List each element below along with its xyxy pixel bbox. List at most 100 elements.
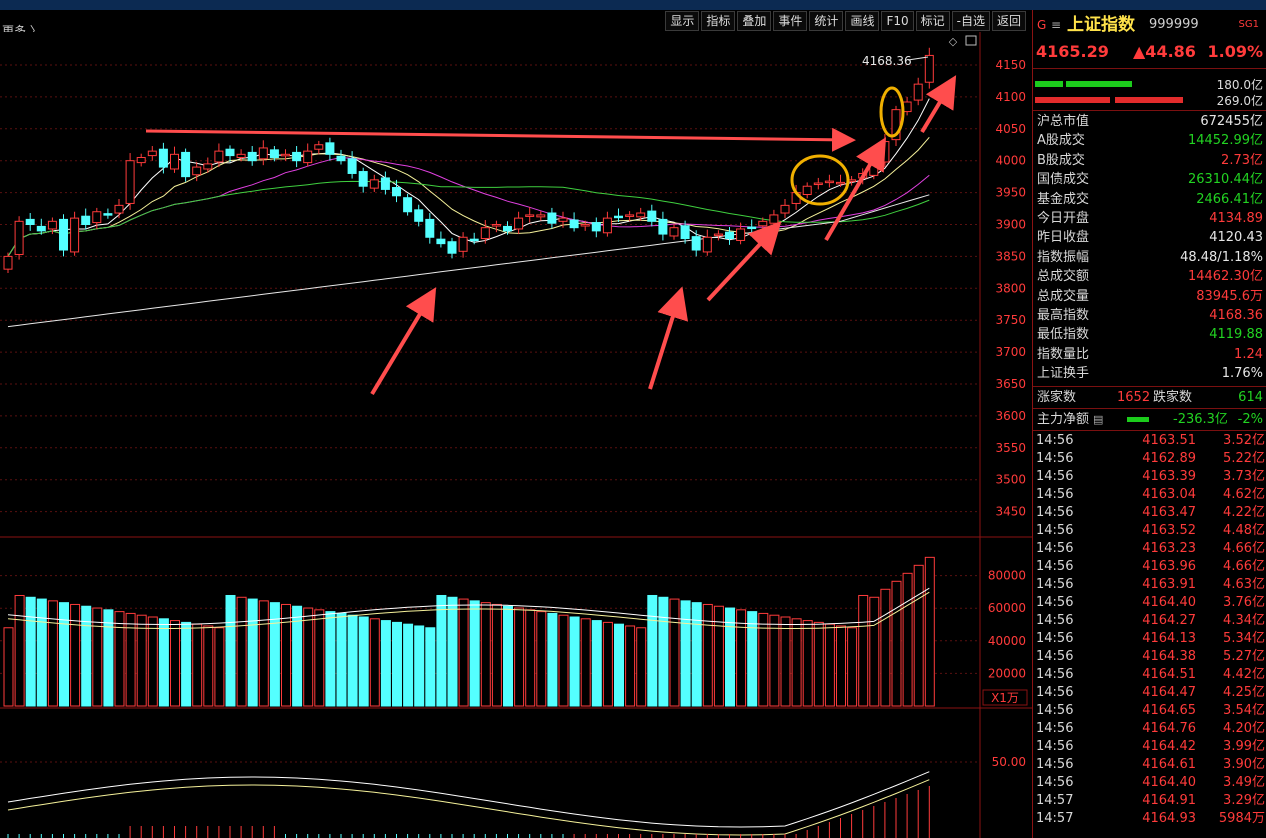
tick-row: 14:56 4164.38 5.27亿: [1033, 648, 1266, 666]
tick-time: 14:56: [1036, 667, 1074, 682]
price-axis-label: 3850: [995, 249, 1026, 263]
stat-row: 最高指数 4168.36: [1033, 306, 1266, 325]
event-button[interactable]: 事件: [773, 11, 808, 31]
volume-bar: [447, 596, 458, 707]
tick-time: 14:56: [1036, 541, 1074, 556]
tick-row: 14:56 4164.40 3.49亿: [1033, 774, 1266, 792]
candle-body: [380, 177, 390, 190]
stat-row: 基金成交 2466.41亿: [1033, 190, 1266, 209]
volume-bar: [336, 612, 347, 707]
tick-time: 14:57: [1036, 811, 1074, 826]
candle-body: [81, 215, 91, 225]
stat-value: 14462.30亿: [1187, 269, 1263, 285]
indicator-button[interactable]: 指标: [701, 11, 736, 31]
tick-time: 14:56: [1036, 739, 1074, 754]
price-axis-label: 4000: [995, 154, 1026, 168]
display-button[interactable]: 显示: [665, 11, 700, 31]
candle-body: [392, 186, 401, 197]
f10-button[interactable]: F10: [881, 11, 914, 31]
volume-bar: [380, 620, 391, 707]
tick-row: 14:56 4164.76 4.20亿: [1033, 720, 1266, 738]
statistics-button[interactable]: 统计: [809, 11, 844, 31]
volume-bar: [791, 618, 802, 707]
candle-body: [780, 204, 790, 214]
tick-row: 14:56 4163.51 3.52亿: [1033, 432, 1266, 450]
volume-bar: [691, 602, 702, 707]
tick-time: 14:56: [1036, 649, 1074, 664]
volume-bar: [369, 618, 380, 707]
candle-body: [414, 209, 424, 222]
volume-bar: [125, 612, 136, 707]
volume-bar: [436, 594, 447, 707]
main-flow-bar: [1127, 417, 1149, 422]
tick-vol: 4.63亿: [1223, 577, 1265, 592]
volume-bar: [680, 600, 691, 707]
volume-bar: [258, 600, 269, 707]
candle-body: [669, 227, 679, 237]
candle-body: [236, 153, 246, 159]
candlestick-chart-area[interactable]: 4150 4100 4050 4000 3950 3900 3850 3800 3750 3700…: [0, 32, 1032, 838]
tick-vol: 4.22亿: [1223, 505, 1265, 520]
candle-body: [580, 224, 590, 227]
tick-price: 4164.27: [1142, 613, 1196, 628]
candle-body: [147, 150, 157, 157]
price-axis-label: 3950: [995, 186, 1026, 200]
tick-price: 4163.52: [1142, 523, 1196, 538]
stat-label: 上证换手: [1037, 366, 1090, 382]
mark-button[interactable]: 标记: [915, 11, 950, 31]
back-button[interactable]: 返回: [991, 11, 1026, 31]
tick-time: 14:56: [1036, 505, 1074, 520]
tick-price: 4163.96: [1142, 559, 1196, 574]
tick-time: 14:56: [1036, 577, 1074, 592]
volume-bar: [70, 603, 81, 707]
volume-bar: [269, 602, 280, 707]
tick-row: 14:56 4164.65 3.54亿: [1033, 702, 1266, 720]
candle-body: [103, 213, 113, 216]
candle-body: [25, 218, 35, 225]
list-icon[interactable]: ▤: [1093, 410, 1103, 429]
volume-bar: [181, 621, 192, 707]
candle-body: [591, 222, 601, 232]
tick-vol: 3.76亿: [1223, 595, 1265, 610]
candle-body: [736, 228, 746, 241]
toolbar-buttons: 显示 指标 叠加 事件 统计 画线 F10 标记 -自选 返回: [663, 11, 1026, 31]
tick-row: 14:56 4163.04 4.62亿: [1033, 486, 1266, 504]
price-axis-label: 3600: [995, 409, 1026, 423]
volume-bar: [458, 598, 469, 707]
volume-bar: [702, 603, 713, 707]
draw-line-button[interactable]: 画线: [845, 11, 880, 31]
price-axis-label: 3800: [995, 281, 1026, 295]
main-flow-value: -236.3亿: [1173, 412, 1228, 427]
stat-value: 4168.36: [1209, 308, 1263, 323]
tick-vol: 4.34亿: [1223, 613, 1265, 628]
tick-vol: 3.90亿: [1223, 757, 1265, 772]
tick-price: 4163.51: [1142, 433, 1196, 448]
volume-bar: [25, 596, 36, 707]
add-watchlist-button[interactable]: -自选: [951, 11, 990, 31]
candle-body: [503, 225, 512, 232]
candle-body: [625, 214, 635, 217]
tick-vol: 3.73亿: [1223, 469, 1265, 484]
overlay-button[interactable]: 叠加: [737, 11, 772, 31]
volume-bar: [480, 602, 491, 707]
candle-body: [158, 148, 168, 168]
stat-label: 基金成交: [1037, 191, 1090, 207]
candle-body: [924, 54, 934, 83]
volume-bar: [758, 612, 769, 707]
candle-body: [836, 181, 845, 185]
stat-label: 最低指数: [1037, 327, 1090, 343]
quote-panel: G ≡ 上证指数 999999 SG1 4165.29 ▲44.86 1.09%…: [1032, 10, 1266, 838]
candle-body: [680, 225, 690, 240]
tick-price: 4164.42: [1142, 739, 1196, 754]
stat-row: 国债成交 26310.44亿: [1033, 170, 1266, 189]
volume-bar: [414, 625, 425, 707]
price-change: ▲44.86: [1133, 42, 1196, 61]
candle-body: [547, 212, 557, 224]
quote-price-row: 4165.29 ▲44.86 1.09%: [1033, 40, 1266, 64]
volume-bar: [602, 621, 613, 707]
menu-icon[interactable]: ≡: [1051, 14, 1061, 36]
stat-value: 4119.88: [1209, 327, 1263, 343]
stat-row: B股成交 2.73亿: [1033, 151, 1266, 170]
candle-body: [491, 224, 501, 227]
candle-body: [636, 212, 646, 218]
